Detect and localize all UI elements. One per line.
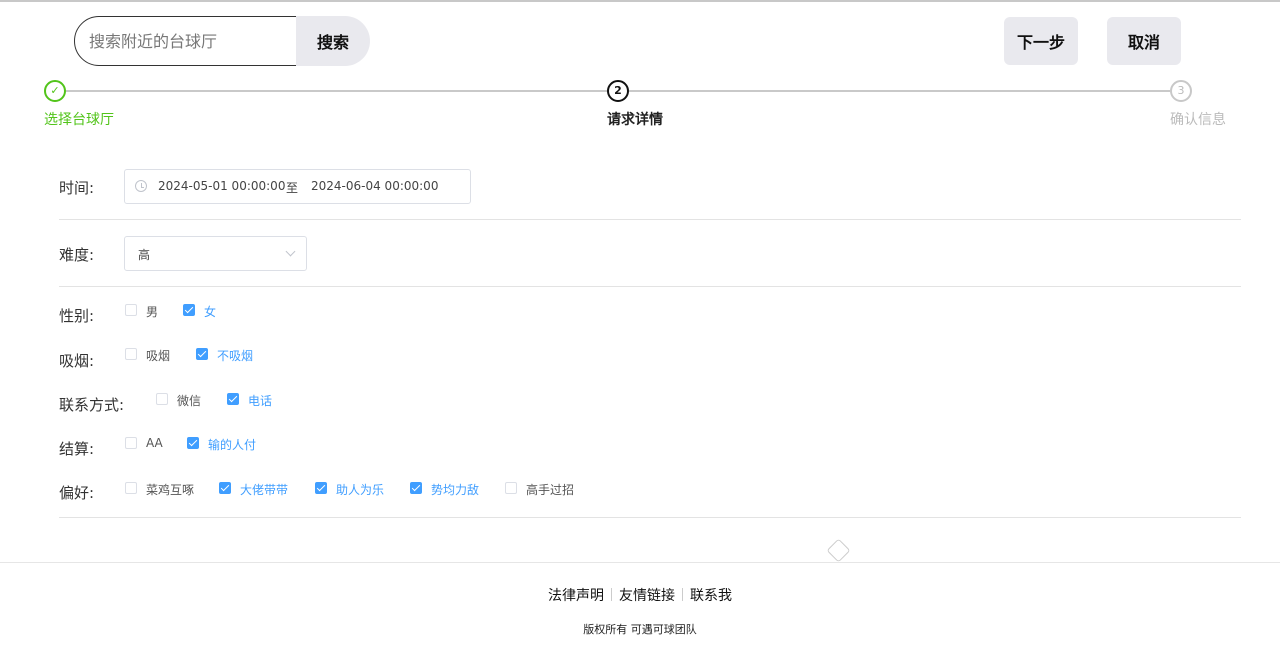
option-label: 菜鸡互啄 [146, 483, 195, 497]
top-border [0, 0, 1280, 2]
checkbox[interactable] [183, 304, 195, 316]
option-label: 势均力敌 [431, 483, 480, 497]
option-label: 电话 [248, 394, 273, 408]
divider [59, 219, 1241, 220]
step-1-check-icon: ✓ [44, 80, 66, 102]
step-3-label: 确认信息 [1170, 112, 1226, 128]
step-3-number: 3 [1170, 80, 1192, 102]
checkbox[interactable] [227, 393, 239, 405]
option-label: 高手过招 [526, 483, 575, 497]
checkbox[interactable] [196, 348, 208, 360]
footer-link-legal[interactable]: 法律声明 [548, 588, 604, 604]
checkbox[interactable] [125, 482, 137, 494]
cancel-button[interactable]: 取消 [1107, 17, 1181, 65]
difficulty-label: 难度: [59, 246, 95, 264]
option-label: 不吸烟 [217, 349, 254, 363]
step-connector [629, 90, 1170, 92]
footer-links: 法律声明 友情链接 联系我 [0, 585, 1280, 605]
search-input[interactable] [74, 16, 297, 66]
option-label: 大佬带带 [240, 483, 289, 497]
checkbox[interactable] [125, 304, 137, 316]
payment-label: 结算: [59, 440, 95, 458]
step-2-number: 2 [607, 80, 629, 102]
checkbox[interactable] [410, 482, 422, 494]
search-button[interactable]: 搜索 [296, 16, 370, 66]
option-label: 输的人付 [208, 438, 257, 452]
chevron-down-icon [285, 246, 296, 257]
next-step-button[interactable]: 下一步 [1004, 17, 1078, 65]
option-label: AA [146, 436, 163, 450]
diamond-icon [826, 538, 851, 563]
link-separator [682, 588, 683, 601]
option-label: 男 [146, 305, 159, 319]
footer-divider [0, 562, 1280, 563]
checkbox[interactable] [156, 393, 168, 405]
checkbox[interactable] [125, 348, 137, 360]
checkbox[interactable] [219, 482, 231, 494]
time-label: 时间: [59, 179, 95, 197]
divider [59, 286, 1241, 287]
step-connector [66, 90, 607, 92]
step-2-label: 请求详情 [607, 112, 663, 128]
date-range-separator: 至 [286, 181, 299, 195]
option-label: 吸烟 [146, 349, 171, 363]
date-range-start[interactable]: 2024-05-01 00:00:00 [158, 179, 285, 193]
difficulty-value: 高 [138, 248, 151, 262]
step-1-label: 选择台球厅 [44, 112, 114, 128]
clock-icon [135, 180, 147, 192]
checkbox[interactable] [505, 482, 517, 494]
difficulty-select[interactable]: 高 [124, 236, 307, 271]
steps-progress: ✓ 2 3 选择台球厅 请求详情 确认信息 [0, 78, 1280, 138]
checkbox[interactable] [315, 482, 327, 494]
option-label: 女 [204, 305, 217, 319]
gender-label: 性别: [59, 307, 95, 325]
divider [59, 517, 1241, 518]
contact-label: 联系方式: [59, 396, 125, 414]
date-range-picker[interactable]: 2024-05-01 00:00:00 至 2024-06-04 00:00:0… [124, 169, 471, 204]
checkbox[interactable] [125, 437, 137, 449]
checkbox[interactable] [187, 437, 199, 449]
smoking-label: 吸烟: [59, 352, 95, 370]
option-label: 微信 [177, 394, 202, 408]
link-separator [611, 588, 612, 601]
preference-label: 偏好: [59, 484, 95, 502]
option-label: 助人为乐 [336, 483, 385, 497]
copyright: 版权所有 可遇可球团队 [583, 623, 697, 636]
footer-link-contact[interactable]: 联系我 [690, 588, 732, 604]
footer-link-friends[interactable]: 友情链接 [619, 588, 675, 604]
date-range-end[interactable]: 2024-06-04 00:00:00 [311, 179, 438, 193]
search-bar: 搜索 [74, 16, 370, 66]
